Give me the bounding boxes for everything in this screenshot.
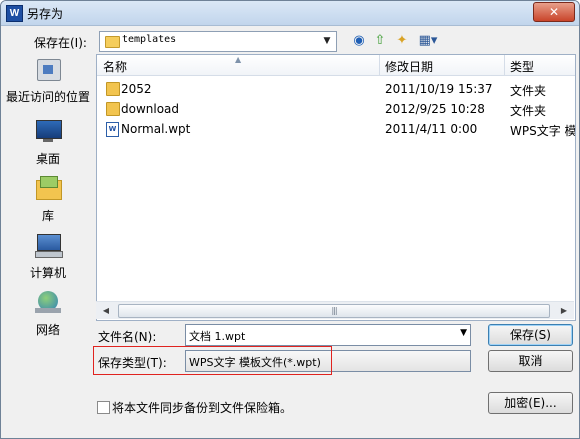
folder-icon xyxy=(106,82,120,96)
column-name[interactable]: 名称 xyxy=(103,58,127,75)
sync-checkbox[interactable] xyxy=(97,401,110,414)
scrollbar-thumb[interactable]: ||| xyxy=(118,304,550,318)
new-folder-icon[interactable]: ✦ xyxy=(393,32,411,50)
back-icon[interactable]: ◉ xyxy=(350,32,368,50)
filename-value: 文档 1.wpt xyxy=(189,330,246,343)
file-type: WPS文字 模 xyxy=(510,124,576,138)
filename-label: 文件名(N): xyxy=(98,330,157,344)
file-type: 文件夹 xyxy=(510,84,547,98)
file-date: 2011/10/19 15:37 xyxy=(385,82,493,96)
place-desktop[interactable]: 桌面 xyxy=(6,117,90,167)
file-name: download xyxy=(121,102,180,116)
file-date: 2011/4/11 0:00 xyxy=(385,122,478,136)
highlight-box xyxy=(93,346,332,375)
location-label: 保存在(I): xyxy=(34,36,87,50)
file-date: 2012/9/25 10:28 xyxy=(385,102,485,116)
location-value: templates xyxy=(122,34,177,45)
list-header: ▲ 名称 修改日期 类型 xyxy=(97,55,575,76)
list-item[interactable]: download 2012/9/25 10:28 文件夹 xyxy=(97,99,575,119)
place-computer[interactable]: 计算机 xyxy=(6,231,90,281)
desktop-icon xyxy=(33,117,63,147)
libraries-icon xyxy=(33,174,63,204)
views-menu-icon[interactable]: ▦▾ xyxy=(415,32,441,50)
computer-icon xyxy=(33,231,63,261)
up-folder-icon[interactable]: ⇧ xyxy=(371,32,389,50)
save-button[interactable]: 保存(S) xyxy=(488,324,573,346)
column-type[interactable]: 类型 xyxy=(510,58,534,75)
horizontal-scrollbar[interactable]: ◀ ||| ▶ xyxy=(96,301,574,319)
place-label: 库 xyxy=(41,209,54,223)
places-bar: 最近访问的位置 桌面 库 计算机 网络 xyxy=(6,53,90,371)
place-network[interactable]: 网络 xyxy=(6,288,90,338)
encrypt-button[interactable]: 加密(E)... xyxy=(488,392,573,414)
chevron-down-icon[interactable]: ▼ xyxy=(320,34,334,49)
sort-ascending-icon: ▲ xyxy=(235,55,242,64)
place-label: 桌面 xyxy=(35,152,60,166)
wps-app-icon: W xyxy=(6,5,23,22)
list-item[interactable]: W Normal.wpt 2011/4/11 0:00 WPS文字 模 xyxy=(97,119,575,139)
list-item[interactable]: 2052 2011/10/19 15:37 文件夹 xyxy=(97,79,575,99)
title-bar: W 另存为 ✕ xyxy=(1,1,579,26)
file-name: 2052 xyxy=(121,82,152,96)
scroll-left-icon[interactable]: ◀ xyxy=(98,302,114,319)
place-label: 计算机 xyxy=(29,266,66,280)
file-type: 文件夹 xyxy=(510,104,547,118)
wps-template-icon: W xyxy=(106,122,119,137)
place-label: 网络 xyxy=(35,323,60,337)
chevron-down-icon[interactable]: ▼ xyxy=(460,328,467,338)
place-recent[interactable]: 最近访问的位置 xyxy=(6,55,90,105)
sync-checkbox-label: 将本文件同步备份到文件保险箱。 xyxy=(112,401,293,415)
network-icon xyxy=(33,288,63,318)
folder-icon xyxy=(106,102,120,116)
place-libraries[interactable]: 库 xyxy=(6,174,90,224)
location-combo[interactable]: templates ▼ xyxy=(99,31,337,52)
dialog-title: 另存为 xyxy=(27,7,64,21)
save-as-dialog: W 另存为 ✕ 保存在(I): templates ▼ ◉ ⇧ ✦ ▦▾ 最近访… xyxy=(0,0,580,439)
cancel-button[interactable]: 取消 xyxy=(488,350,573,372)
folder-icon xyxy=(105,36,120,48)
filename-input[interactable]: 文档 1.wpt ▼ xyxy=(185,324,471,346)
place-label: 最近访问的位置 xyxy=(6,90,91,104)
file-list[interactable]: ▲ 名称 修改日期 类型 2052 2011/10/19 15:37 文件夹 d… xyxy=(96,54,576,321)
recent-places-icon xyxy=(33,55,63,85)
close-button[interactable]: ✕ xyxy=(533,2,575,22)
file-name: Normal.wpt xyxy=(121,122,191,136)
scroll-right-icon[interactable]: ▶ xyxy=(556,302,572,319)
column-date[interactable]: 修改日期 xyxy=(385,58,433,75)
